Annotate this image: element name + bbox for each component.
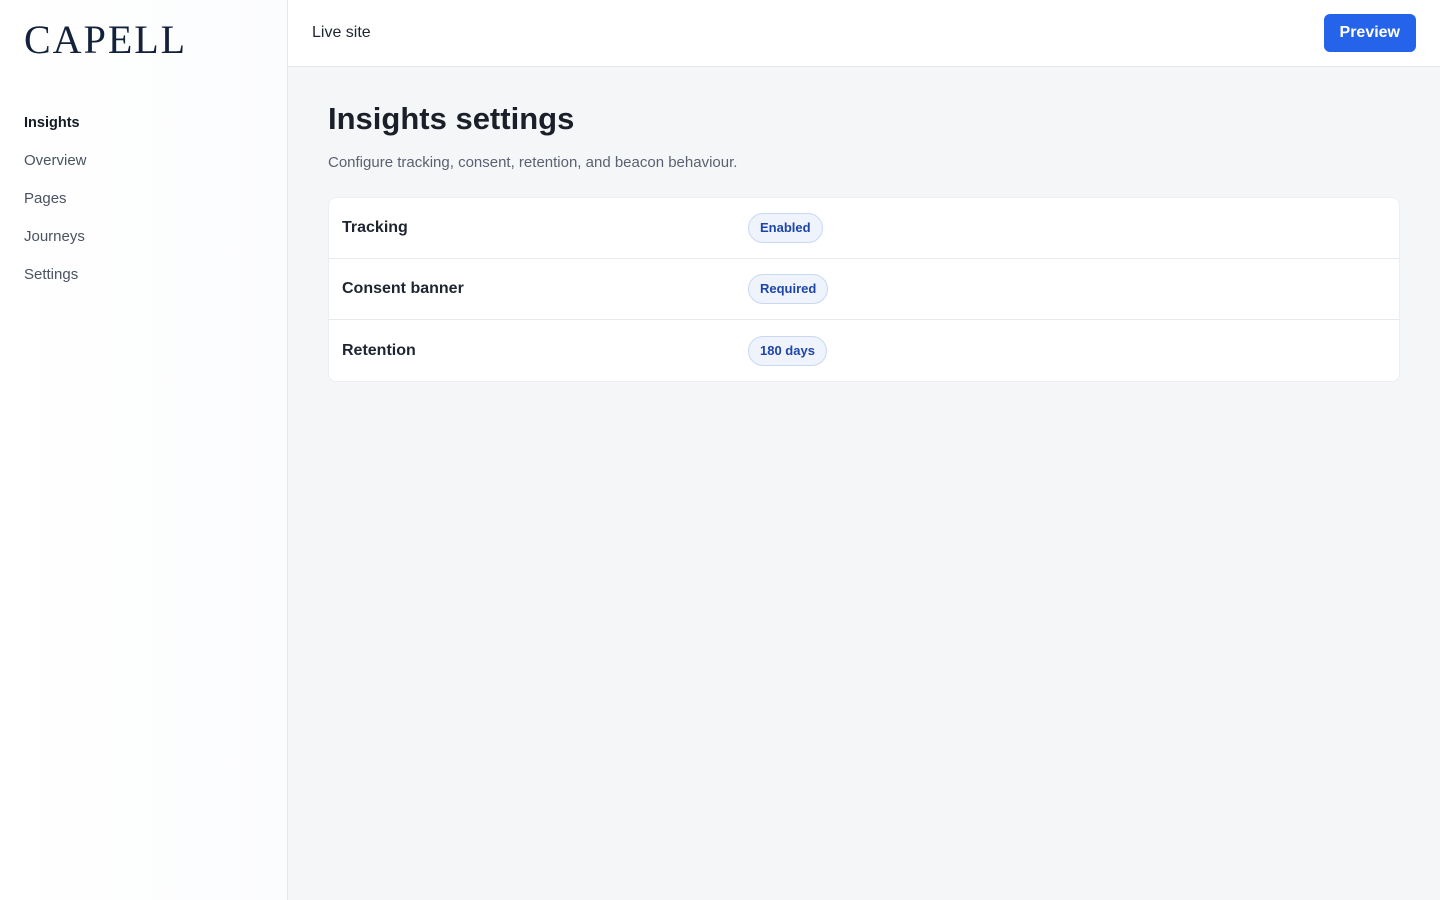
settings-row-consent-banner: Consent banner Required (329, 259, 1399, 320)
sidebar: CAPELL Insights Overview Pages Journeys … (0, 0, 288, 900)
sidebar-item-pages[interactable]: Pages (24, 180, 87, 218)
status-badge: 180 days (748, 335, 827, 366)
page-title: Insights settings (328, 101, 575, 136)
settings-row-label: Tracking (342, 219, 408, 236)
preview-button[interactable]: Preview (1323, 14, 1416, 52)
settings-card: Tracking Enabled Consent banner Required… (328, 197, 1400, 382)
status-badge: Enabled (748, 213, 823, 243)
sidebar-item-journeys[interactable]: Journeys (24, 218, 87, 256)
sidebar-item-insights[interactable]: Insights (24, 104, 87, 142)
settings-row-retention: Retention 180 days (329, 320, 1399, 381)
settings-row-label: Consent banner (342, 280, 464, 297)
sidebar-nav: Insights Overview Pages Journeys Setting… (24, 104, 87, 294)
main-area: Live site Preview Insights settings Conf… (288, 0, 1440, 900)
status-badge: Required (748, 274, 829, 304)
topbar: Live site Preview (288, 0, 1440, 67)
sidebar-item-overview[interactable]: Overview (24, 142, 87, 180)
site-label: Live site (312, 24, 371, 41)
sidebar-item-settings[interactable]: Settings (24, 256, 87, 294)
content: Insights settings Configure tracking, co… (288, 67, 1440, 382)
app-root: CAPELL Insights Overview Pages Journeys … (0, 0, 1440, 900)
settings-row-label: Retention (342, 341, 416, 359)
settings-row-tracking: Tracking Enabled (329, 198, 1399, 259)
brand-logo[interactable]: CAPELL (24, 18, 187, 62)
page-subtitle: Configure tracking, consent, retention, … (328, 154, 738, 171)
